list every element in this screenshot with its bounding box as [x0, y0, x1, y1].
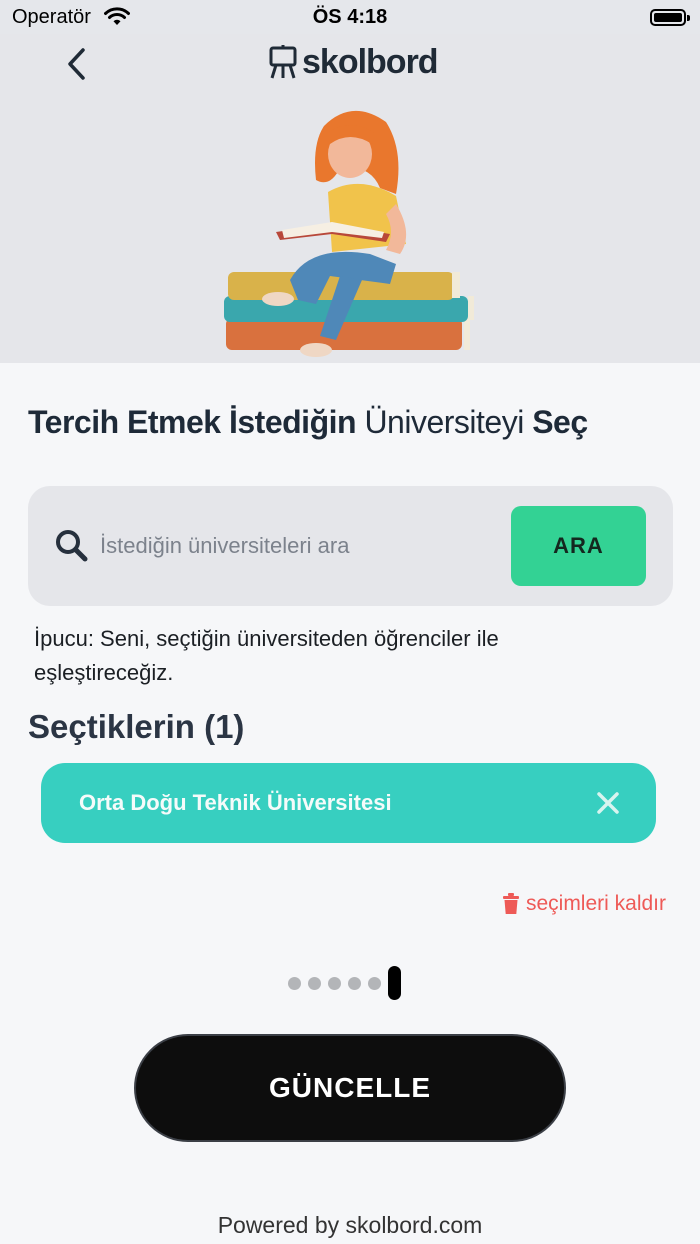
- trash-icon: [502, 893, 519, 914]
- title-part-2: Üniversiteyi: [356, 404, 533, 440]
- app-logo: skolbord: [268, 40, 439, 84]
- search-button[interactable]: ARA: [511, 506, 646, 586]
- university-search-box: ARA: [28, 486, 673, 606]
- easel-icon: [269, 45, 297, 79]
- selections-title: Seçtiklerin (1): [28, 708, 245, 745]
- step-dot: [288, 976, 301, 990]
- back-button[interactable]: [60, 42, 94, 86]
- remove-selections-link[interactable]: seçimleri kaldır: [502, 892, 666, 916]
- logo-text: skolbord: [302, 42, 439, 81]
- hint-text: İpucu: Seni, seçtiğin üniversiteden öğre…: [34, 626, 499, 685]
- close-icon[interactable]: [594, 789, 622, 817]
- update-button[interactable]: GÜNCELLE: [134, 1034, 566, 1142]
- status-bar: Operatör ÖS 4:18: [0, 0, 700, 34]
- step-dot: [328, 976, 341, 990]
- step-dot: [348, 976, 361, 990]
- reading-girl-illustration: [224, 110, 474, 357]
- selected-university-label: Orta Doğu Teknik Üniversitesi: [79, 790, 392, 815]
- clock: ÖS 4:18: [312, 6, 388, 28]
- page-title: Tercih Etmek İstediğin Üniversiteyi Seç: [28, 404, 588, 441]
- battery-icon: [650, 9, 690, 26]
- hero-header: skolbord: [0, 34, 700, 363]
- title-part-1: Tercih Etmek İstediğin: [28, 404, 357, 440]
- search-icon: [56, 530, 88, 562]
- title-part-3: Seç: [532, 404, 588, 440]
- step-dot-active: [388, 966, 401, 1000]
- powered-by-footer[interactable]: Powered by skolbord.com: [0, 1212, 700, 1239]
- step-indicator: [288, 966, 401, 1000]
- step-dot: [368, 976, 381, 990]
- selected-university-chip: Orta Doğu Teknik Üniversitesi: [41, 763, 656, 843]
- chevron-left-icon: [68, 48, 85, 80]
- remove-selections-label: seçimleri kaldır: [525, 892, 666, 915]
- search-input[interactable]: [100, 526, 500, 566]
- step-dot: [308, 976, 321, 990]
